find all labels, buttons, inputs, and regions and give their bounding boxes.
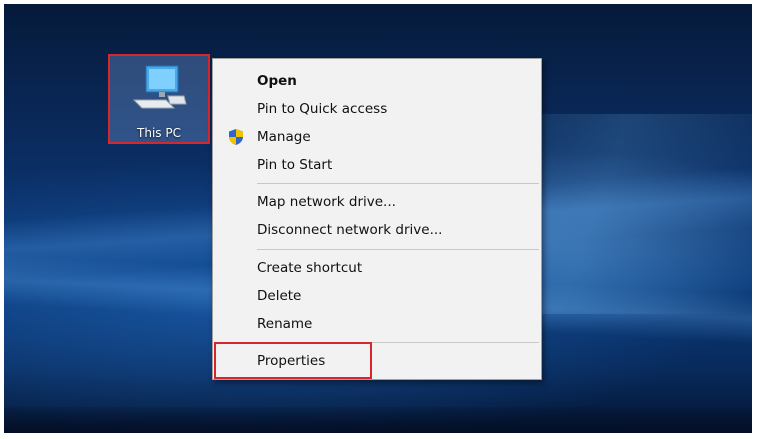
menu-separator: [257, 183, 539, 184]
menu-item-disconnect-network-drive[interactable]: Disconnect network drive...: [213, 216, 541, 244]
desktop-icon-label: This PC: [137, 126, 181, 140]
menu-item-manage[interactable]: Manage: [213, 123, 541, 151]
menu-item-delete[interactable]: Delete: [213, 282, 541, 310]
menu-item-pin-to-quick-access[interactable]: Pin to Quick access: [213, 95, 541, 123]
context-menu: Open Pin to Quick access Manage Pin to S…: [212, 58, 542, 380]
properties-highlight-box: [214, 342, 372, 379]
menu-item-rename[interactable]: Rename: [213, 310, 541, 338]
menu-separator: [257, 249, 539, 250]
menu-item-open[interactable]: Open: [213, 67, 541, 95]
uac-shield-icon: [229, 129, 243, 145]
menu-item-label: Manage: [257, 129, 311, 145]
this-pc-icon: [132, 65, 187, 109]
this-pc-desktop-icon[interactable]: This PC: [108, 54, 210, 144]
taskbar-strip: [4, 407, 752, 433]
menu-item-pin-to-start[interactable]: Pin to Start: [213, 151, 541, 179]
menu-item-map-network-drive[interactable]: Map network drive...: [213, 188, 541, 216]
menu-item-create-shortcut[interactable]: Create shortcut: [213, 254, 541, 282]
